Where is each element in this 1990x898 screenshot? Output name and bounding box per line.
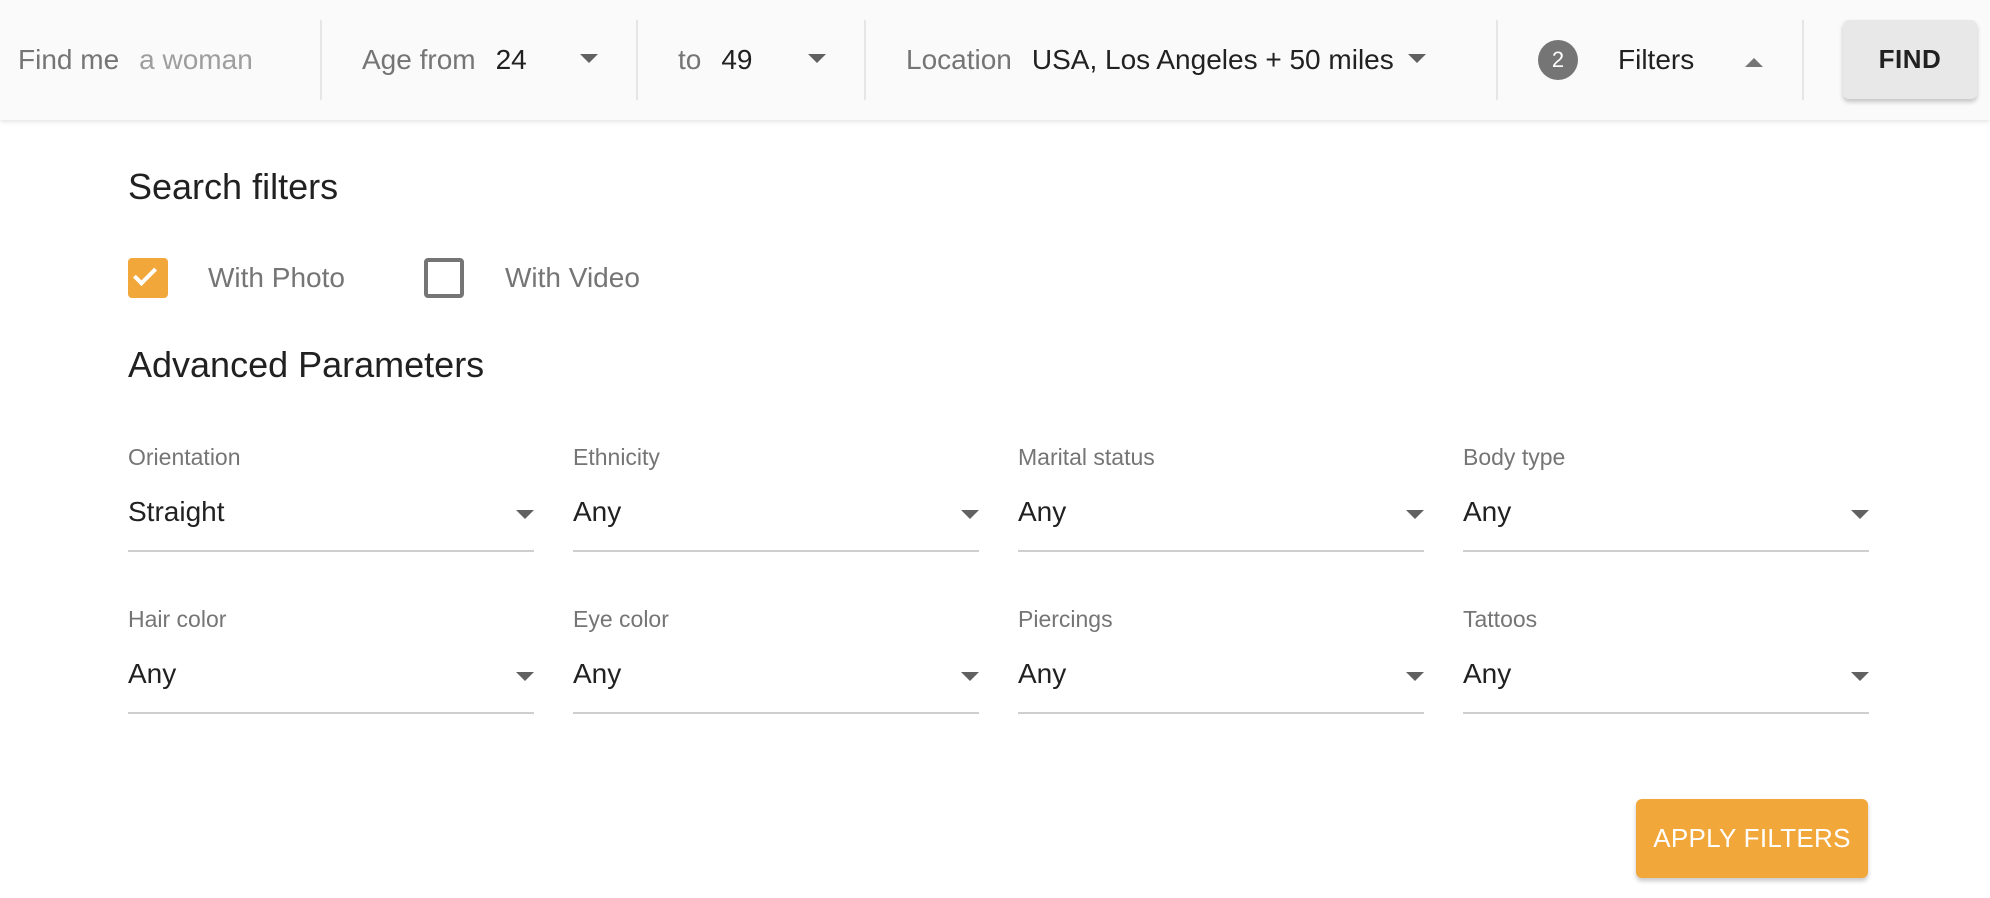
chevron-down-icon bbox=[1408, 54, 1426, 63]
chevron-down-icon bbox=[1851, 510, 1869, 519]
divider bbox=[636, 20, 638, 100]
body-type-select[interactable]: Body type Any bbox=[1463, 444, 1869, 564]
find-me-label: Find me bbox=[18, 44, 120, 75]
hair-color-select[interactable]: Hair color Any bbox=[128, 606, 534, 726]
chevron-up-icon bbox=[1745, 58, 1763, 67]
chevron-down-icon bbox=[1406, 672, 1424, 681]
marital-status-label: Marital status bbox=[1018, 444, 1155, 470]
chevron-down-icon bbox=[961, 672, 979, 681]
age-from-label: Age from bbox=[362, 44, 476, 75]
orientation-value: Straight bbox=[128, 496, 225, 527]
find-button[interactable]: FIND bbox=[1843, 20, 1977, 99]
filters-toggle[interactable]: 2 Filters bbox=[1538, 0, 1778, 120]
with-photo-label[interactable]: With Photo bbox=[208, 262, 345, 294]
tattoos-label: Tattoos bbox=[1463, 606, 1538, 632]
location-value: USA, Los Angeles + 50 miles bbox=[1031, 44, 1394, 75]
divider bbox=[1802, 20, 1804, 100]
underline bbox=[573, 550, 979, 552]
find-me-field[interactable]: Find me a woman bbox=[18, 0, 308, 120]
eye-color-select[interactable]: Eye color Any bbox=[573, 606, 979, 726]
with-video-label[interactable]: With Video bbox=[505, 262, 640, 294]
hair-color-label: Hair color bbox=[128, 606, 227, 632]
location-label: Location bbox=[906, 44, 1012, 75]
search-filters-title: Search filters bbox=[128, 166, 339, 207]
underline bbox=[573, 712, 979, 714]
filters-label: Filters bbox=[1618, 44, 1695, 75]
divider bbox=[864, 20, 866, 100]
underline bbox=[1463, 712, 1869, 714]
age-to-value: 49 bbox=[721, 44, 753, 75]
hair-color-value: Any bbox=[128, 658, 177, 689]
tattoos-select[interactable]: Tattoos Any bbox=[1463, 606, 1869, 726]
ethnicity-label: Ethnicity bbox=[573, 444, 660, 470]
piercings-value: Any bbox=[1018, 658, 1067, 689]
divider bbox=[320, 20, 322, 100]
divider bbox=[1496, 20, 1498, 100]
marital-status-select[interactable]: Marital status Any bbox=[1018, 444, 1424, 564]
piercings-select[interactable]: Piercings Any bbox=[1018, 606, 1424, 726]
age-from-value: 24 bbox=[495, 44, 527, 75]
piercings-label: Piercings bbox=[1018, 606, 1113, 632]
chevron-down-icon bbox=[516, 672, 534, 681]
filters-count-badge: 2 bbox=[1538, 40, 1578, 80]
body-type-value: Any bbox=[1463, 496, 1512, 527]
chevron-down-icon bbox=[808, 54, 826, 63]
find-me-value[interactable]: a woman bbox=[139, 44, 253, 76]
apply-filters-button[interactable]: APPLY FILTERS bbox=[1636, 799, 1868, 878]
chevron-down-icon bbox=[580, 54, 598, 63]
filters-panel: Search filters With Photo With Video Adv… bbox=[0, 120, 1990, 898]
underline bbox=[1463, 550, 1869, 552]
underline bbox=[1018, 712, 1424, 714]
age-to-label: to bbox=[678, 44, 702, 75]
tattoos-value: Any bbox=[1463, 658, 1512, 689]
orientation-label: Orientation bbox=[128, 444, 241, 470]
search-bar: Find me a woman Age from 24 to 49 Locati… bbox=[0, 0, 1990, 120]
body-type-label: Body type bbox=[1463, 444, 1566, 470]
location-select[interactable]: Location USA, Los Angeles + 50 miles bbox=[906, 0, 1426, 120]
orientation-select[interactable]: Orientation Straight bbox=[128, 444, 534, 564]
chevron-down-icon bbox=[1406, 510, 1424, 519]
age-from-select[interactable]: Age from 24 bbox=[362, 0, 602, 120]
eye-color-value: Any bbox=[573, 658, 622, 689]
chevron-down-icon bbox=[961, 510, 979, 519]
checkmark-icon bbox=[132, 261, 158, 287]
advanced-parameters-title: Advanced Parameters bbox=[128, 344, 485, 385]
chevron-down-icon bbox=[1851, 672, 1869, 681]
underline bbox=[128, 550, 534, 552]
underline bbox=[128, 712, 534, 714]
age-to-select[interactable]: to 49 bbox=[678, 0, 838, 120]
chevron-down-icon bbox=[516, 510, 534, 519]
with-video-checkbox[interactable] bbox=[424, 258, 464, 298]
marital-status-value: Any bbox=[1018, 496, 1067, 527]
with-photo-checkbox[interactable] bbox=[128, 258, 168, 298]
eye-color-label: Eye color bbox=[573, 606, 669, 632]
underline bbox=[1018, 550, 1424, 552]
ethnicity-value: Any bbox=[573, 496, 622, 527]
ethnicity-select[interactable]: Ethnicity Any bbox=[573, 444, 979, 564]
